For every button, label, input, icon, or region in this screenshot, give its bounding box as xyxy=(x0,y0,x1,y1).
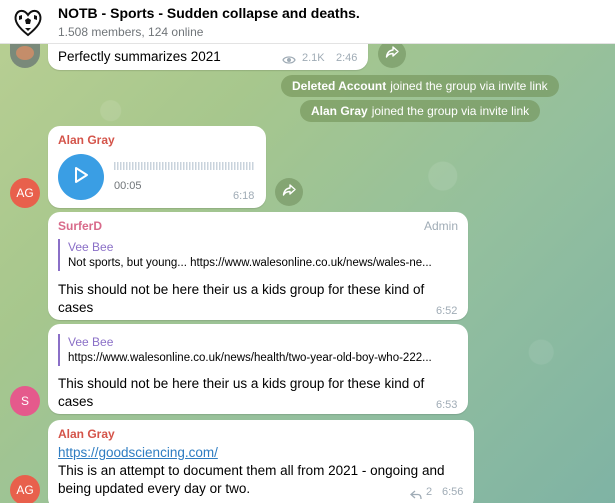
share-icon xyxy=(282,183,296,202)
message-time: 6:52 xyxy=(436,305,458,317)
message-bubble[interactable]: Alan Gray https://goodsciencing.com/ Thi… xyxy=(48,420,474,503)
voice-message-bubble[interactable]: Alan Gray 00:05 6:18 xyxy=(48,126,266,208)
message-time: 6:53 xyxy=(436,399,458,411)
message-bubble[interactable]: SurferD Admin Vee Bee Not sports, but yo… xyxy=(48,212,468,320)
soccer-ball-heart-icon[interactable] xyxy=(12,6,44,38)
service-name[interactable]: Alan Gray xyxy=(311,104,368,118)
group-title: NOTB - Sports - Sudden collapse and deat… xyxy=(58,5,360,21)
avatar[interactable]: AG xyxy=(10,178,40,208)
voice-duration: 00:05 xyxy=(114,180,142,192)
sender-name[interactable]: SurferD xyxy=(58,219,102,233)
reply-quote[interactable]: Vee Bee Not sports, but young... https:/… xyxy=(58,239,458,271)
message-text: This should not be here their us a kids … xyxy=(58,376,425,409)
quote-text: https://www.walesonline.co.uk/news/healt… xyxy=(68,352,432,364)
voice-waveform[interactable] xyxy=(114,162,254,170)
message-bubble[interactable]: Vee Bee https://www.walesonline.co.uk/ne… xyxy=(48,324,468,414)
share-button[interactable] xyxy=(378,40,406,68)
reply-quote[interactable]: Vee Bee https://www.walesonline.co.uk/ne… xyxy=(58,334,458,366)
avatar[interactable]: AG xyxy=(10,475,40,503)
sender-name[interactable]: Alan Gray xyxy=(58,133,115,147)
service-name[interactable]: Deleted Account xyxy=(292,79,386,93)
admin-badge: Admin xyxy=(424,219,459,233)
group-member-count: 1.508 members, 124 online xyxy=(58,25,204,39)
service-message-joined: Deleted Account joined the group via inv… xyxy=(281,75,559,97)
eye-icon xyxy=(282,52,296,70)
service-text: joined the group via invite link xyxy=(390,79,548,93)
message-text: Perfectly summarizes 2021 xyxy=(58,49,221,64)
avatar[interactable]: S xyxy=(10,386,40,416)
quote-text: Not sports, but young... https://www.wal… xyxy=(68,257,432,269)
message-time: 6:18 xyxy=(233,190,255,202)
reply-count[interactable]: 2 xyxy=(426,486,432,498)
service-text: joined the group via invite link xyxy=(371,104,530,118)
share-button[interactable] xyxy=(275,178,303,206)
sender-name[interactable]: Alan Gray xyxy=(58,427,115,441)
message-time: 2:46 xyxy=(336,52,358,64)
service-message-joined: Alan Gray joined the group via invite li… xyxy=(300,100,541,122)
reply-arrow-icon[interactable] xyxy=(410,487,422,503)
message-text: This should not be here their us a kids … xyxy=(58,282,425,315)
share-icon xyxy=(385,45,399,64)
quote-sender: Vee Bee xyxy=(68,335,114,349)
quote-sender: Vee Bee xyxy=(68,240,114,254)
view-count: 2.1K xyxy=(302,52,325,64)
message-time: 6:56 xyxy=(442,486,464,498)
message-text: This is an attempt to document them all … xyxy=(58,463,445,496)
play-icon xyxy=(73,166,89,189)
play-button[interactable] xyxy=(58,154,104,200)
chat-header[interactable]: NOTB - Sports - Sudden collapse and deat… xyxy=(0,0,615,44)
message-link[interactable]: https://goodsciencing.com/ xyxy=(58,444,218,462)
